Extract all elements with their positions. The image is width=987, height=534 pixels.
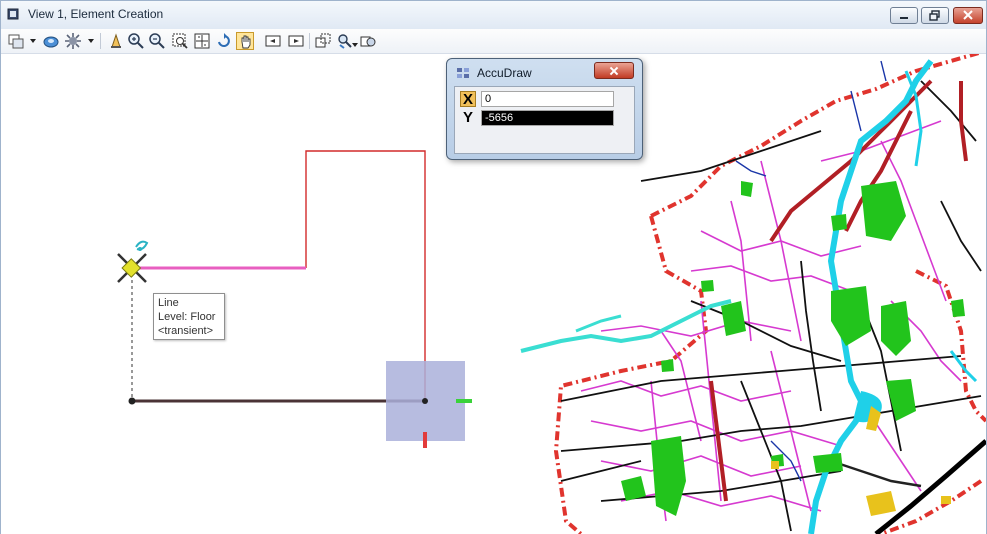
accudraw-icon	[457, 68, 469, 78]
element-tooltip: Line Level: Floor <transient>	[153, 293, 225, 340]
zoom-out-icon	[149, 33, 165, 49]
accudraw-compass[interactable]	[386, 361, 472, 448]
x-value-field[interactable]: 0	[481, 91, 614, 107]
zoom-in-icon	[128, 33, 144, 49]
line-start-point[interactable]	[128, 397, 136, 405]
view-attributes-dropdown[interactable]	[88, 39, 94, 43]
update-view-button[interactable]	[107, 32, 125, 50]
tooltip-transient: <transient>	[158, 325, 214, 337]
view-attributes-icon	[65, 33, 81, 49]
restore-button[interactable]	[921, 7, 949, 24]
y-value-field[interactable]: -5656	[481, 110, 614, 126]
fit-view-button[interactable]	[193, 32, 211, 50]
update-view-icon	[111, 33, 121, 48]
toolbar-separator	[100, 33, 101, 49]
window-title: View 1, Element Creation	[28, 7, 164, 21]
zoom-out-button[interactable]	[148, 32, 166, 50]
close-button[interactable]	[953, 7, 983, 24]
view-next-icon	[288, 35, 304, 47]
render-button[interactable]	[359, 32, 377, 50]
tooltip-element-type: Line	[158, 297, 179, 309]
view-previous-button[interactable]	[264, 32, 282, 50]
title-bar[interactable]: View 1, Element Creation	[1, 1, 986, 29]
minimize-button[interactable]	[890, 7, 918, 24]
camera-button[interactable]	[336, 32, 354, 50]
view-display-dropdown[interactable]	[30, 39, 36, 43]
snap-cursor-icon	[117, 240, 149, 283]
x-axis-lock-label[interactable]: X	[460, 91, 476, 108]
minimize-icon	[900, 17, 908, 19]
view-window-icon	[7, 8, 19, 20]
fit-view-icon	[194, 33, 210, 49]
view-window: View 1, Element Creation Line Level: Flo…	[0, 0, 987, 534]
view-previous-icon	[265, 35, 281, 47]
view-next-button[interactable]	[287, 32, 305, 50]
view-attributes-button[interactable]	[64, 32, 82, 50]
tooltip-level: Level: Floor	[158, 311, 216, 323]
clip-volume-icon	[315, 33, 331, 48]
window-area-button[interactable]	[171, 32, 189, 50]
rotate-view-icon	[218, 33, 230, 47]
view-display-button[interactable]	[7, 32, 25, 50]
window-area-icon	[172, 33, 188, 49]
pan-view-button[interactable]	[236, 32, 254, 50]
camera-icon	[338, 34, 352, 49]
zoom-in-button[interactable]	[127, 32, 145, 50]
view-toolbar	[1, 29, 986, 54]
view-display-icon	[8, 34, 24, 49]
rotate-view-button[interactable]	[215, 32, 233, 50]
y-axis-lock-label[interactable]: Y	[460, 110, 476, 126]
toolbar-separator	[309, 33, 310, 49]
clip-volume-button[interactable]	[314, 32, 332, 50]
accudraw-dialog[interactable]: AccuDraw X 0 Y -5656	[446, 58, 643, 160]
accudraw-close-button[interactable]	[594, 62, 634, 79]
camera-dropdown[interactable]	[352, 43, 358, 47]
restore-icon	[929, 10, 940, 21]
display-style-button[interactable]	[42, 32, 60, 50]
render-icon	[360, 36, 376, 47]
close-icon	[963, 10, 973, 20]
accudraw-fields: X 0 Y -5656	[454, 86, 635, 154]
accudraw-title: AccuDraw	[477, 66, 532, 80]
display-style-icon	[43, 36, 59, 48]
pan-view-icon	[241, 35, 251, 49]
